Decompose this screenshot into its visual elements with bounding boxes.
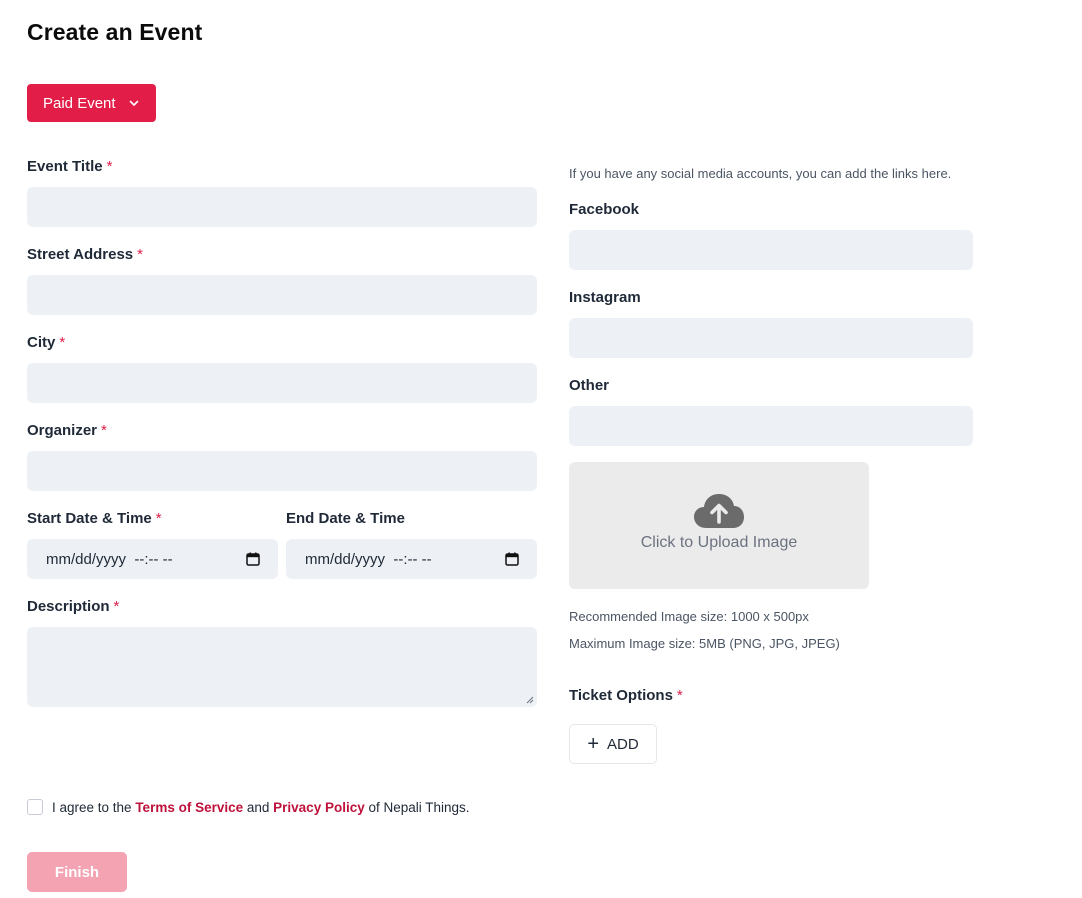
required-mark: * xyxy=(59,334,66,351)
start-datetime-input[interactable]: mm/dd/yyyy --:-- -- xyxy=(27,539,278,579)
terms-link[interactable]: Terms of Service xyxy=(135,800,243,815)
image-upload-area[interactable]: Click to Upload Image xyxy=(569,462,869,589)
plus-icon: + xyxy=(587,733,599,755)
event-type-label: Paid Event xyxy=(43,94,116,112)
event-title-label: Event Title * xyxy=(27,158,113,175)
agreement-suffix: of Nepali Things. xyxy=(364,799,470,815)
required-mark: * xyxy=(137,246,143,263)
recommended-size-note: Recommended Image size: 1000 x 500px xyxy=(569,609,809,624)
calendar-icon[interactable] xyxy=(246,552,260,566)
cloud-upload-icon xyxy=(694,493,744,528)
ticket-options-label: Ticket Options * xyxy=(569,687,683,704)
add-ticket-button[interactable]: + ADD xyxy=(569,724,657,764)
social-hint: If you have any social media accounts, y… xyxy=(569,166,952,181)
maximum-size-note: Maximum Image size: 5MB (PNG, JPG, JPEG) xyxy=(569,636,840,651)
page-title: Create an Event xyxy=(27,19,203,45)
start-datetime-label: Start Date & Time * xyxy=(27,510,162,527)
end-datetime-input[interactable]: mm/dd/yyyy --:-- -- xyxy=(286,539,537,579)
add-ticket-label: ADD xyxy=(607,735,639,753)
required-mark: * xyxy=(106,158,113,175)
city-input[interactable] xyxy=(27,363,537,403)
event-title-input[interactable] xyxy=(27,187,537,227)
required-mark: * xyxy=(676,687,683,704)
resize-grip-icon[interactable] xyxy=(526,696,534,704)
required-mark: * xyxy=(113,598,120,615)
organizer-label: Organizer * xyxy=(27,422,107,439)
facebook-input[interactable] xyxy=(569,230,973,270)
instagram-input[interactable] xyxy=(569,318,973,358)
agree-checkbox[interactable] xyxy=(27,799,43,815)
other-input[interactable] xyxy=(569,406,973,446)
facebook-label: Facebook xyxy=(569,201,640,218)
agreement-row: I agree to the Terms of Service and Priv… xyxy=(27,799,470,815)
instagram-label: Instagram xyxy=(569,289,641,306)
description-textarea[interactable] xyxy=(27,627,537,707)
street-address-label: Street Address * xyxy=(27,246,143,263)
finish-button[interactable]: Finish xyxy=(27,852,127,892)
end-datetime-placeholder: mm/dd/yyyy --:-- -- xyxy=(305,550,432,568)
required-mark: * xyxy=(155,510,162,527)
chevron-down-icon xyxy=(129,100,138,106)
privacy-link[interactable]: Privacy Policy xyxy=(273,800,365,815)
organizer-input[interactable] xyxy=(27,451,537,491)
agreement-middle: and xyxy=(243,799,274,815)
other-label: Other xyxy=(569,377,610,394)
description-label: Description * xyxy=(27,598,120,615)
calendar-icon[interactable] xyxy=(505,552,519,566)
upload-text: Click to Upload Image xyxy=(640,533,798,551)
start-datetime-placeholder: mm/dd/yyyy --:-- -- xyxy=(46,550,173,568)
agreement-prefix: I agree to the xyxy=(52,799,136,815)
required-mark: * xyxy=(101,422,107,439)
end-datetime-label: End Date & Time xyxy=(286,510,405,527)
city-label: City * xyxy=(27,334,66,351)
street-address-input[interactable] xyxy=(27,275,537,315)
event-type-dropdown[interactable]: Paid Event xyxy=(27,84,156,122)
